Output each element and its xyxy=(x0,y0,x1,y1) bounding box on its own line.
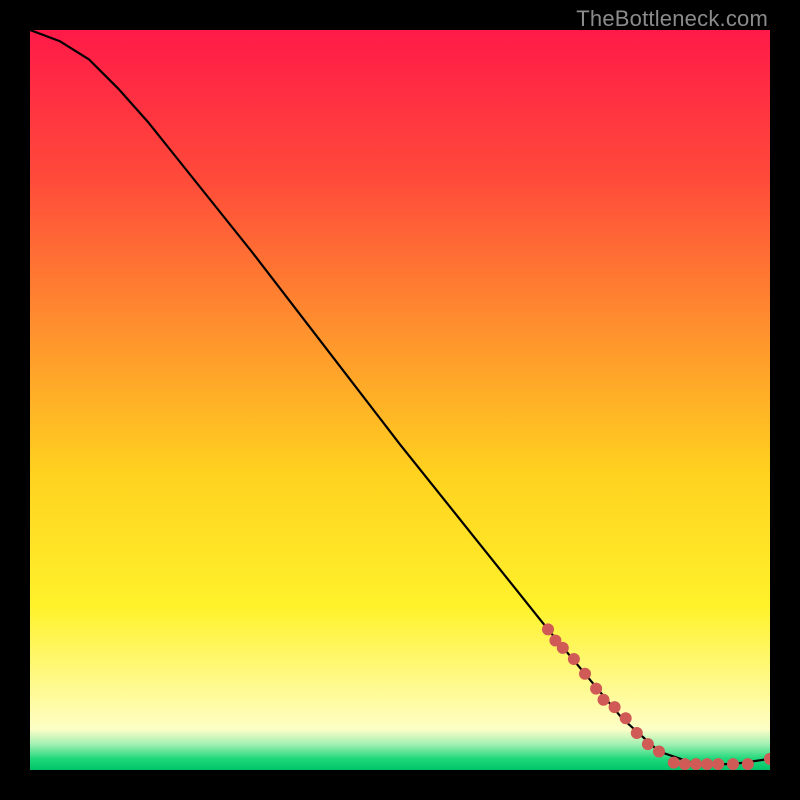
marker-point xyxy=(568,653,580,665)
marker-point xyxy=(642,738,654,750)
marker-point xyxy=(631,727,643,739)
marker-point xyxy=(609,701,621,713)
chart-frame: TheBottleneck.com xyxy=(0,0,800,800)
marker-point xyxy=(620,712,632,724)
watermark-text: TheBottleneck.com xyxy=(576,6,768,32)
chart-svg xyxy=(30,30,770,770)
marker-point xyxy=(590,683,602,695)
marker-point xyxy=(598,694,610,706)
marker-point xyxy=(653,746,665,758)
marker-point xyxy=(742,758,754,770)
marker-point xyxy=(557,642,569,654)
marker-point xyxy=(712,758,724,770)
marker-point xyxy=(679,758,691,770)
marker-point xyxy=(701,758,713,770)
gradient-background xyxy=(30,30,770,770)
marker-point xyxy=(542,623,554,635)
marker-point xyxy=(690,758,702,770)
marker-point xyxy=(727,758,739,770)
marker-point xyxy=(579,668,591,680)
plot-area xyxy=(30,30,770,770)
marker-point xyxy=(668,757,680,769)
